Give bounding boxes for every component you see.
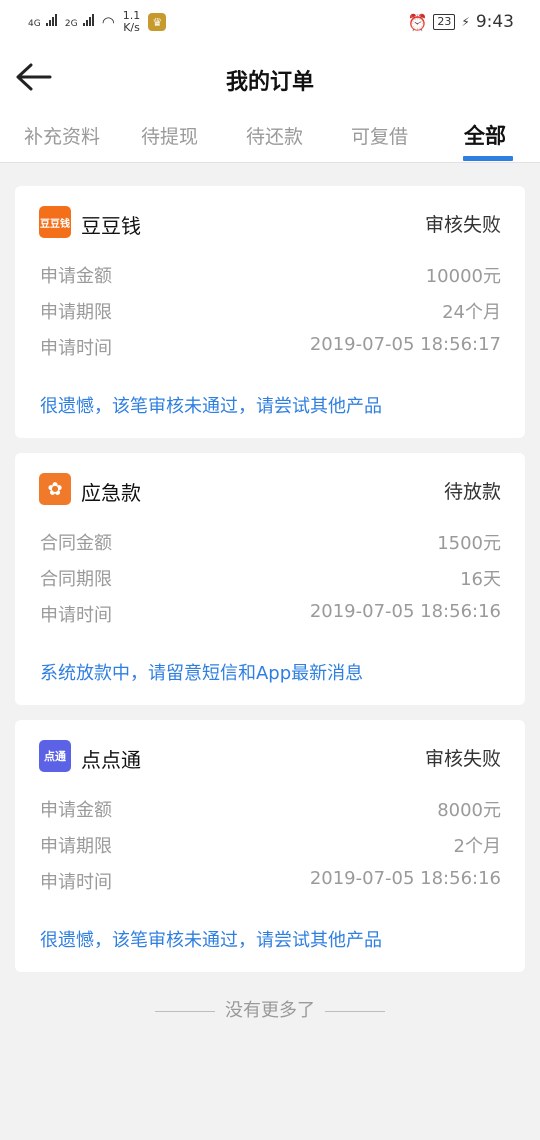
product-name: 豆豆钱	[81, 214, 141, 238]
row-label: 申请金额	[40, 800, 112, 821]
order-status: 审核失败	[424, 214, 501, 236]
tab-all[interactable]: 全部	[464, 120, 506, 150]
order-row: 合同期限 16天	[40, 565, 501, 593]
row-label: 申请期限	[40, 836, 112, 857]
alarm-clock-icon: ⏰	[407, 12, 428, 32]
order-row: 申请期限 2个月	[40, 832, 501, 860]
order-row: 申请金额 8000元	[40, 796, 501, 824]
network-speed: 1.1 K/s	[123, 10, 141, 34]
charging-icon: ⚡	[461, 15, 470, 29]
product-name: 应急款	[81, 481, 141, 505]
tab-pending-withdraw[interactable]: 待提现	[141, 122, 198, 149]
status-right: ⏰ 23 ⚡ 9:43	[407, 12, 514, 32]
battery-level: 23	[433, 14, 456, 30]
signal-bars-icon	[45, 14, 57, 26]
app-notification-icon: ♛	[148, 13, 167, 31]
tab-reborrow[interactable]: 可复借	[351, 122, 408, 149]
signal-4g-label: 4G	[28, 19, 41, 29]
order-status: 待放款	[443, 481, 501, 503]
order-notice: 很遗憾，该笔审核未通过，请尝试其他产品	[40, 396, 382, 417]
order-status: 审核失败	[424, 748, 501, 770]
row-value: 2019-07-05 18:56:16	[309, 868, 501, 889]
tab-bar: 补充资料 待提现 待还款 可复借 全部	[0, 114, 540, 163]
order-row: 申请时间 2019-07-05 18:56:16	[40, 601, 501, 629]
tab-pending-repayment[interactable]: 待还款	[246, 122, 303, 149]
divider-line	[155, 1010, 215, 1012]
page-header: 我的订单	[0, 44, 540, 114]
no-more-text: 没有更多了	[225, 1000, 315, 1021]
row-value: 16天	[460, 569, 501, 590]
divider-line	[325, 1010, 385, 1012]
row-value: 10000元	[425, 266, 501, 287]
order-notice: 很遗憾，该笔审核未通过，请尝试其他产品	[40, 930, 382, 951]
signal-bars-icon	[82, 14, 94, 26]
diandiantong-logo-icon: 点通	[39, 740, 71, 772]
row-value: 2019-07-05 18:56:16	[309, 601, 501, 622]
row-label: 申请期限	[40, 302, 112, 323]
order-row: 合同金额 1500元	[40, 529, 501, 557]
order-card[interactable]: 点通 点点通 审核失败 申请金额 8000元 申请期限 2个月 申请时间 201…	[15, 720, 525, 972]
signal-2g-label: 2G	[64, 19, 78, 29]
wifi-icon: ◠	[101, 13, 115, 31]
row-value: 2个月	[453, 836, 501, 857]
status-left: 4G 2G ◠ 1.1 K/s ♛	[28, 10, 167, 34]
signal-2g: 2G	[65, 14, 94, 30]
row-value: 2019-07-05 18:56:17	[309, 334, 501, 355]
row-value: 24个月	[442, 302, 501, 323]
status-time: 9:43	[475, 12, 514, 32]
network-speed-unit: K/s	[123, 21, 140, 34]
signal-4g: 4G	[28, 14, 57, 30]
row-label: 合同金额	[40, 533, 112, 554]
order-row: 申请时间 2019-07-05 18:56:17	[40, 334, 501, 362]
row-value: 8000元	[437, 800, 501, 821]
active-tab-indicator	[463, 156, 513, 161]
row-label: 申请时间	[40, 338, 112, 359]
order-card[interactable]: 豆豆钱 豆豆钱 审核失败 申请金额 10000元 申请期限 24个月 申请时间 …	[15, 186, 525, 438]
status-bar: 4G 2G ◠ 1.1 K/s ♛ ⏰ 23 ⚡ 9:43	[0, 0, 540, 44]
order-row: 申请金额 10000元	[40, 262, 501, 290]
row-label: 合同期限	[40, 569, 112, 590]
row-label: 申请金额	[40, 266, 112, 287]
order-row: 申请时间 2019-07-05 18:56:16	[40, 868, 501, 896]
order-row: 申请期限 24个月	[40, 298, 501, 326]
page-title: 我的订单	[225, 70, 314, 95]
row-value: 1500元	[437, 533, 501, 554]
row-label: 申请时间	[40, 872, 112, 893]
doudouqian-logo-icon: 豆豆钱	[39, 206, 71, 238]
row-label: 申请时间	[40, 605, 112, 626]
order-notice: 系统放款中，请留意短信和App最新消息	[40, 663, 364, 684]
tab-supplement-info[interactable]: 补充资料	[24, 122, 100, 149]
order-card[interactable]: ✿ 应急款 待放款 合同金额 1500元 合同期限 16天 申请时间 2019-…	[15, 453, 525, 705]
product-name: 点点通	[81, 748, 141, 772]
list-end-footer: 没有更多了	[0, 996, 540, 1024]
yingjikuan-logo-icon: ✿	[39, 473, 71, 505]
